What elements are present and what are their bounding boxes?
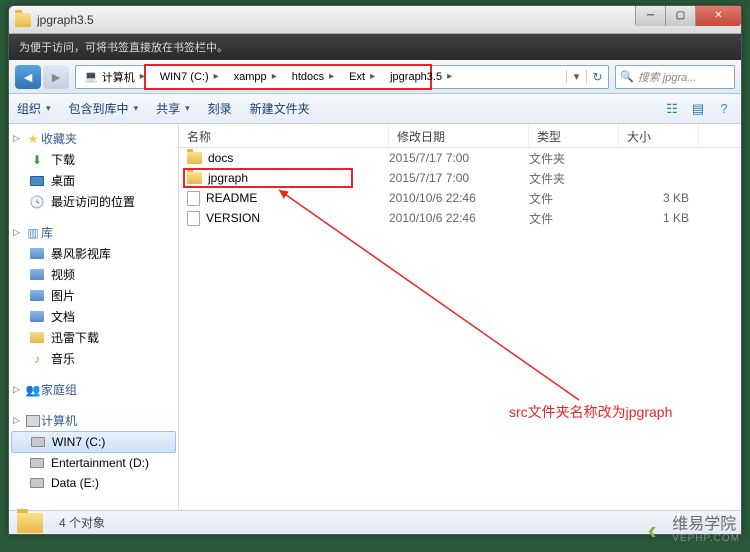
include-menu[interactable]: 包含到库中 xyxy=(69,100,139,117)
sidebar-item[interactable]: 图片 xyxy=(9,285,178,306)
sidebar-item-desktop[interactable]: 桌面 xyxy=(9,170,178,191)
watermark-title: 维易学院 xyxy=(672,517,740,533)
organize-menu[interactable]: 组织 xyxy=(17,100,51,117)
titlebar[interactable]: jpgraph3.5 ─ ▢ ✕ xyxy=(9,6,741,34)
window-controls: ─ ▢ ✕ xyxy=(635,6,741,26)
breadcrumb[interactable]: Ext xyxy=(341,66,382,88)
file-icon xyxy=(187,191,200,206)
folder-icon xyxy=(15,13,31,27)
sidebar-item-drive-d[interactable]: Entertainment (D:) xyxy=(9,453,178,473)
annotation-text: src文件夹名称改为jpgraph xyxy=(509,402,672,422)
forward-button[interactable]: ► xyxy=(43,65,69,89)
sidebar-item-drive-e[interactable]: Data (E:) xyxy=(9,473,178,493)
toolbar: 组织 包含到库中 共享 刻录 新建文件夹 ☷ ▤ ? xyxy=(9,94,741,124)
breadcrumb[interactable]: htdocs xyxy=(284,66,341,88)
view-options-button[interactable]: ☷ xyxy=(663,100,681,118)
sidebar-item[interactable]: 视频 xyxy=(9,264,178,285)
watermark: ‹ 维易学院 VEPHP.COM xyxy=(638,516,740,544)
minimize-button[interactable]: ─ xyxy=(635,6,665,26)
sidebar-item[interactable]: 暴风影视库 xyxy=(9,243,178,264)
search-placeholder: 搜索 jpgra... xyxy=(638,69,697,85)
folder-icon xyxy=(187,172,202,184)
favorites-header[interactable]: ▷★收藏夹 xyxy=(9,128,178,149)
file-row[interactable]: VERSION 2010/10/6 22:46文件1 KB xyxy=(179,208,741,228)
libraries-header[interactable]: ▷▥库 xyxy=(9,222,178,243)
history-dropdown[interactable]: ▾ xyxy=(566,70,586,83)
breadcrumb[interactable]: WIN7 (C:) xyxy=(152,66,226,88)
help-button[interactable]: ? xyxy=(715,100,733,118)
sidebar-item-recent[interactable]: 🕓最近访问的位置 xyxy=(9,191,178,212)
breadcrumb[interactable]: xampp xyxy=(226,66,284,88)
file-row[interactable]: README 2010/10/6 22:46文件3 KB xyxy=(179,188,741,208)
folder-icon xyxy=(187,152,202,164)
sidebar-item-downloads[interactable]: ⬇下载 xyxy=(9,149,178,170)
search-input[interactable]: 🔍 搜索 jpgra... xyxy=(615,65,735,89)
watermark-logo-icon: ‹ xyxy=(638,516,666,544)
window-title: jpgraph3.5 xyxy=(37,13,635,27)
bookmark-hint: 为便于访问，可将书签直接放在书签栏中。 xyxy=(19,39,228,55)
watermark-sub: VEPHP.COM xyxy=(672,533,740,544)
col-name[interactable]: 名称 xyxy=(179,124,389,147)
folder-icon xyxy=(17,513,49,533)
homegroup-header[interactable]: ▷👥家庭组 xyxy=(9,379,178,400)
file-row[interactable]: docs 2015/7/17 7:00文件夹 xyxy=(179,148,741,168)
sidebar-item[interactable]: 文档 xyxy=(9,306,178,327)
sidebar-item[interactable]: 迅雷下载 xyxy=(9,327,178,348)
refresh-button[interactable]: ↻ xyxy=(586,70,608,84)
search-icon: 🔍 xyxy=(620,70,634,83)
preview-pane-button[interactable]: ▤ xyxy=(689,100,707,118)
share-menu[interactable]: 共享 xyxy=(156,100,190,117)
column-headers[interactable]: 名称 修改日期 类型 大小 xyxy=(179,124,741,148)
explorer-window: jpgraph3.5 ─ ▢ ✕ 为便于访问，可将书签直接放在书签栏中。 ◄ ►… xyxy=(8,5,742,535)
address-bar[interactable]: 计算机 WIN7 (C:) xampp htdocs Ext jpgraph3.… xyxy=(75,65,609,89)
sidebar-item-drive-c[interactable]: WIN7 (C:) xyxy=(11,431,176,453)
breadcrumb[interactable]: jpgraph3.5 xyxy=(382,66,459,88)
file-icon xyxy=(187,211,200,226)
maximize-button[interactable]: ▢ xyxy=(665,6,695,26)
burn-button[interactable]: 刻录 xyxy=(208,100,232,117)
status-count: 4 个对象 xyxy=(59,514,105,531)
close-button[interactable]: ✕ xyxy=(695,6,741,26)
new-folder-button[interactable]: 新建文件夹 xyxy=(250,100,310,117)
col-date[interactable]: 修改日期 xyxy=(389,124,529,147)
nav-row: ◄ ► 计算机 WIN7 (C:) xampp htdocs Ext jpgra… xyxy=(9,60,741,94)
file-row[interactable]: jpgraph 2015/7/17 7:00文件夹 xyxy=(179,168,741,188)
file-list: 名称 修改日期 类型 大小 docs 2015/7/17 7:00文件夹 jpg… xyxy=(179,124,741,510)
bookmark-bar: 为便于访问，可将书签直接放在书签栏中。 xyxy=(9,34,741,60)
breadcrumb[interactable]: 计算机 xyxy=(76,66,152,88)
sidebar: ▷★收藏夹 ⬇下载 桌面 🕓最近访问的位置 ▷▥库 暴风影视库 视频 图片 文档… xyxy=(9,124,179,510)
sidebar-item[interactable]: ♪音乐 xyxy=(9,348,178,369)
col-size[interactable]: 大小 xyxy=(619,124,699,147)
back-button[interactable]: ◄ xyxy=(15,65,41,89)
col-type[interactable]: 类型 xyxy=(529,124,619,147)
statusbar: 4 个对象 xyxy=(9,510,741,534)
computer-header[interactable]: ▷计算机 xyxy=(9,410,178,431)
